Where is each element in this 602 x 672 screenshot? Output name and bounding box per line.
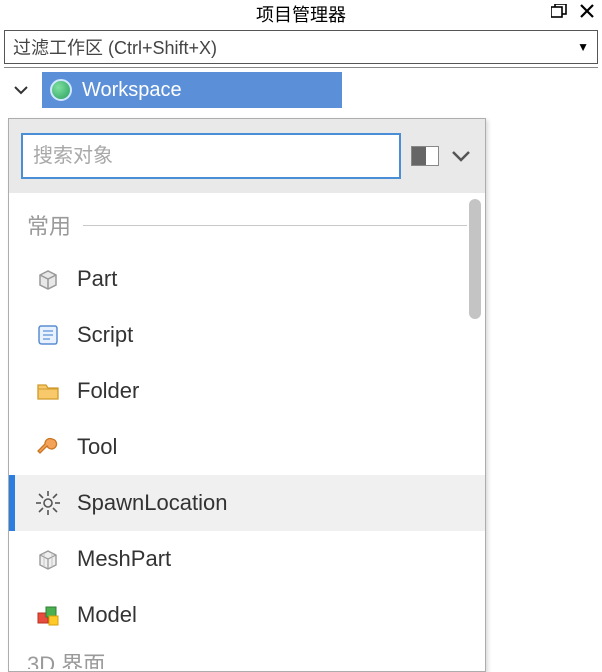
section-header-common: 常用: [9, 203, 485, 251]
script-icon: [33, 320, 63, 350]
section-label: 常用: [27, 209, 71, 241]
panel-title: 项目管理器: [256, 1, 346, 27]
item-tool[interactable]: Tool: [9, 419, 485, 475]
chevron-down-icon: [12, 81, 30, 99]
close-button[interactable]: [578, 2, 596, 20]
search-input[interactable]: [21, 133, 401, 179]
model-icon: [33, 600, 63, 630]
view-toggle[interactable]: [411, 146, 439, 166]
filter-placeholder: 过滤工作区 (Ctrl+Shift+X): [13, 34, 217, 60]
item-part[interactable]: Part: [9, 251, 485, 307]
item-folder[interactable]: Folder: [9, 363, 485, 419]
panel-header: [9, 119, 485, 193]
item-label: Folder: [77, 378, 139, 404]
item-label: SpawnLocation: [77, 490, 227, 516]
section-header-3d: 3D 界面: [9, 643, 485, 669]
dock-button[interactable]: [550, 2, 568, 20]
item-script[interactable]: Script: [9, 307, 485, 363]
dock-icon: [551, 4, 567, 18]
collapse-toggle[interactable]: [449, 144, 473, 168]
globe-icon: [50, 79, 72, 101]
item-label: Part: [77, 266, 117, 292]
item-label: MeshPart: [77, 546, 171, 572]
item-label: Script: [77, 322, 133, 348]
item-label: Tool: [77, 434, 117, 460]
item-model[interactable]: Model: [9, 587, 485, 643]
item-spawnlocation[interactable]: SpawnLocation: [9, 475, 485, 531]
section-label: 3D 界面: [27, 652, 105, 669]
insert-object-panel: 常用 Part: [8, 118, 486, 672]
dropdown-icon[interactable]: ▼: [577, 40, 589, 54]
meshpart-icon: [33, 544, 63, 574]
spawn-icon: [33, 488, 63, 518]
panel-body: 常用 Part: [9, 193, 485, 669]
expand-toggle[interactable]: [0, 81, 42, 99]
scrollbar[interactable]: [469, 199, 481, 319]
divider: [83, 225, 467, 226]
separator: [4, 67, 598, 68]
close-icon: [580, 4, 594, 18]
workspace-node[interactable]: Workspace: [42, 72, 342, 108]
scroll-area[interactable]: 常用 Part: [9, 193, 485, 669]
item-label: Model: [77, 602, 137, 628]
filter-workspace-input[interactable]: 过滤工作区 (Ctrl+Shift+X) ▼: [4, 30, 598, 64]
folder-icon: [33, 376, 63, 406]
tree-row: Workspace: [0, 72, 602, 108]
chevron-down-icon: [449, 144, 473, 168]
part-icon: [33, 264, 63, 294]
window-controls: [550, 2, 596, 20]
item-meshpart[interactable]: MeshPart: [9, 531, 485, 587]
title-bar: 项目管理器: [0, 0, 602, 28]
workspace-label: Workspace: [82, 79, 182, 102]
tool-icon: [33, 432, 63, 462]
